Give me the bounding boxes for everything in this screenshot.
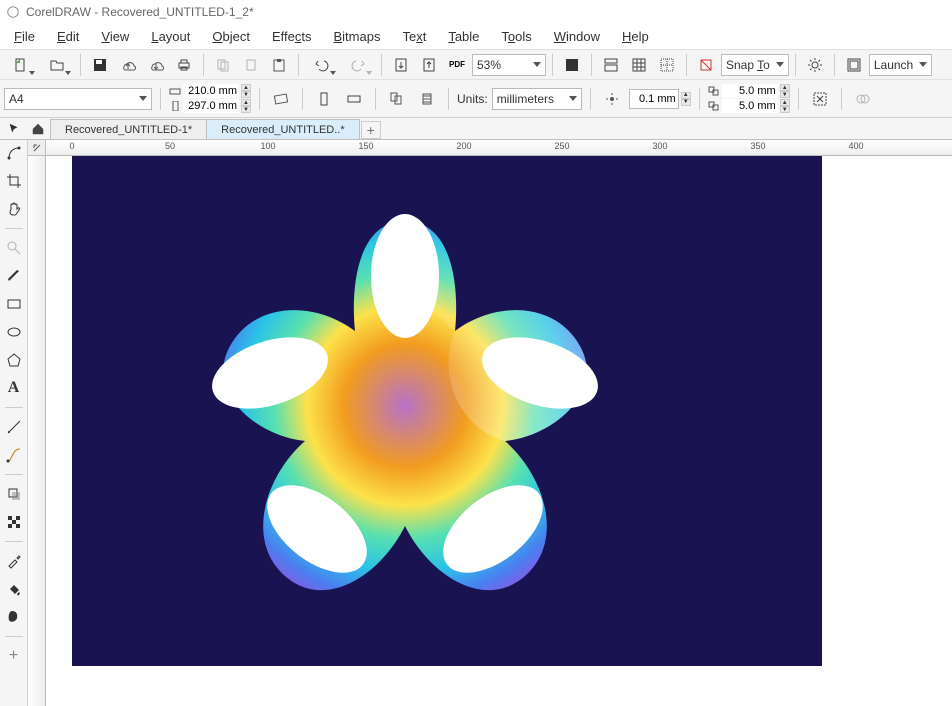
transparency-tool[interactable] [3, 511, 25, 533]
duplicate-distance: ▲▼ ▲▼ [708, 84, 790, 113]
treat-as-filled-button[interactable] [807, 86, 833, 112]
menu-text[interactable]: Text [392, 25, 436, 48]
menu-tools[interactable]: Tools [491, 25, 541, 48]
rectangle-tool[interactable] [3, 293, 25, 315]
toolbox: A + [0, 140, 28, 706]
menu-edit[interactable]: Edit [47, 25, 89, 48]
import-button[interactable] [388, 52, 414, 78]
pan-tool[interactable] [3, 198, 25, 220]
snapto-combo[interactable]: Snap To [721, 54, 789, 76]
menu-bitmaps[interactable]: Bitmaps [323, 25, 390, 48]
fill-tool[interactable] [3, 578, 25, 600]
undo-button[interactable] [305, 52, 339, 78]
cut-button[interactable] [238, 52, 264, 78]
menu-window[interactable]: Window [544, 25, 610, 48]
rulers-button[interactable] [598, 52, 624, 78]
pdf-button[interactable]: PDF [444, 52, 470, 78]
drop-shadow-tool[interactable] [3, 483, 25, 505]
portrait-button[interactable] [311, 86, 337, 112]
all-pages-button[interactable] [384, 86, 410, 112]
canvas-area: 050100150200250300350400 [28, 140, 952, 706]
snap-off-icon[interactable] [693, 52, 719, 78]
units-combo[interactable]: millimeters [492, 88, 582, 110]
menu-file[interactable]: FFileile [4, 25, 45, 48]
landscape-button[interactable] [341, 86, 367, 112]
zoom-tool[interactable] [3, 237, 25, 259]
shape-tool[interactable] [3, 142, 25, 164]
paste-button[interactable] [266, 52, 292, 78]
artboard [72, 156, 822, 666]
ruler-origin[interactable] [28, 140, 46, 156]
options-button[interactable] [802, 52, 828, 78]
doc-tab-2[interactable]: Recovered_UNTITLED..* [206, 119, 360, 139]
titlebar: CorelDRAW - Recovered_UNTITLED-1_2* [0, 0, 952, 24]
menu-view[interactable]: View [91, 25, 139, 48]
menubar: FFileile Edit View Layout Object Effects… [0, 24, 952, 50]
dup-y-icon [708, 101, 720, 111]
fullscreen-button[interactable] [559, 52, 585, 78]
menu-help[interactable]: Help [612, 25, 659, 48]
standard-toolbar: PDF 53% Snap To Launch [0, 50, 952, 80]
export-button[interactable] [416, 52, 442, 78]
grid-button[interactable] [626, 52, 652, 78]
connector-tool[interactable] [3, 444, 25, 466]
polygon-tool[interactable] [3, 349, 25, 371]
width-icon [169, 86, 181, 96]
doc-tab-1[interactable]: Recovered_UNTITLED-1* [50, 119, 207, 139]
horizontal-ruler[interactable]: 050100150200250300350400 [46, 140, 952, 156]
nudge-input[interactable] [629, 89, 679, 109]
current-page-button[interactable] [414, 86, 440, 112]
page-preset-combo[interactable]: A4 [4, 88, 152, 110]
eyedropper-tool[interactable] [3, 550, 25, 572]
vertical-ruler[interactable] [28, 156, 46, 706]
smart-fill-tool[interactable] [3, 606, 25, 628]
cloud-down-button[interactable] [143, 52, 169, 78]
page-dimensions: ▲▼ ▲▼ [169, 84, 251, 113]
print-button[interactable] [171, 52, 197, 78]
units-label: Units: [457, 92, 488, 106]
open-button[interactable] [40, 52, 74, 78]
redo-button[interactable] [341, 52, 375, 78]
star-artwork [195, 201, 615, 621]
dimension-tool[interactable] [3, 416, 25, 438]
canvas[interactable] [46, 156, 952, 706]
menu-layout[interactable]: Layout [141, 25, 200, 48]
cloud-up-button[interactable] [115, 52, 141, 78]
guidelines-button[interactable] [654, 52, 680, 78]
add-tool-button[interactable]: + [3, 645, 25, 667]
window-title: CorelDRAW - Recovered_UNTITLED-1_2* [26, 5, 254, 19]
nudge-icon [599, 86, 625, 112]
dup-x-icon [708, 86, 720, 96]
page-height-input[interactable] [183, 99, 239, 113]
menu-effects[interactable]: Effects [262, 25, 322, 48]
launch-combo[interactable]: Launch [869, 54, 932, 76]
auto-fit-button[interactable] [268, 86, 294, 112]
copy-button[interactable] [210, 52, 236, 78]
page-width-input[interactable] [183, 84, 239, 98]
ellipse-tool[interactable] [3, 321, 25, 343]
add-tab-button[interactable]: + [361, 121, 381, 139]
overprint-button[interactable] [850, 86, 876, 112]
text-tool[interactable]: A [3, 377, 25, 399]
dup-x-input[interactable] [722, 84, 778, 98]
menu-object[interactable]: Object [202, 25, 260, 48]
pick-tool-indicator[interactable] [2, 119, 26, 139]
property-bar: A4 ▲▼ ▲▼ Units: millimeters ▲▼ ▲▼ ▲▼ [0, 80, 952, 118]
save-button[interactable] [87, 52, 113, 78]
freehand-tool[interactable] [3, 265, 25, 287]
dup-y-input[interactable] [722, 99, 778, 113]
zoom-combo[interactable]: 53% [472, 54, 546, 76]
crop-tool[interactable] [3, 170, 25, 192]
menu-table[interactable]: Table [438, 25, 489, 48]
launch-icon[interactable] [841, 52, 867, 78]
home-tab[interactable] [26, 119, 50, 139]
height-icon [169, 101, 181, 111]
document-tabs: Recovered_UNTITLED-1* Recovered_UNTITLED… [0, 118, 952, 140]
new-button[interactable] [4, 52, 38, 78]
